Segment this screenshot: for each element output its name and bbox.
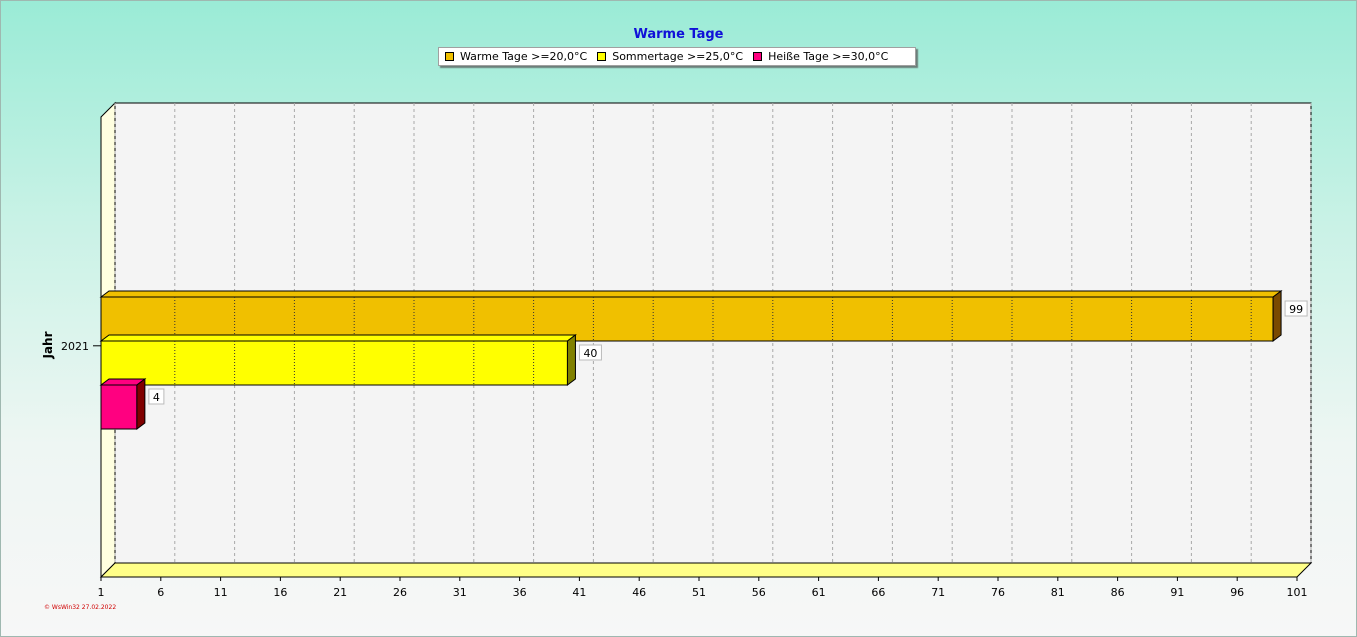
bar: [100, 340, 568, 386]
x-tick-label: 56: [752, 586, 766, 599]
bar: [100, 384, 138, 430]
x-tick-label: 21: [333, 586, 347, 599]
x-tick-label: 71: [931, 586, 945, 599]
footer-credit: © WsWin32 27.02.2022: [44, 604, 117, 611]
data-label: 99: [1289, 303, 1303, 316]
x-tick-label: 91: [1170, 586, 1184, 599]
x-tick-label: 26: [393, 586, 407, 599]
y-category-label: 2021: [61, 340, 89, 353]
x-tick-label: 11: [214, 586, 228, 599]
x-tick-label: 86: [1111, 586, 1125, 599]
x-tick-label: 96: [1230, 586, 1244, 599]
x-tick-label: 61: [812, 586, 826, 599]
x-tick-label: 76: [991, 586, 1005, 599]
chart-plot: 1 6 11 16 21 26 31 36 41 46 51 56 61 66 71 76 81 86 91 96 10…: [61, 101, 1313, 599]
x-tick-label: 31: [453, 586, 467, 599]
data-label: 40: [583, 347, 597, 360]
x-tick-label: 51: [692, 586, 706, 599]
bar-side-face: [1272, 290, 1282, 342]
x-tick-label: 1: [98, 586, 105, 599]
x-tick-label: 16: [273, 586, 287, 599]
x-tick-label: 41: [572, 586, 586, 599]
x-tick-label: 36: [513, 586, 527, 599]
bar: [100, 296, 1274, 342]
x-tick-label: 66: [871, 586, 885, 599]
bar-top-face: [99, 334, 577, 342]
x-tick-label: 81: [1051, 586, 1065, 599]
bar-side-face: [136, 378, 146, 430]
x-tick-label: 101: [1287, 586, 1308, 599]
x-tick-label: 6: [157, 586, 164, 599]
data-label: 4: [153, 391, 160, 404]
plot-floor: [99, 562, 1313, 578]
bar-side-face: [566, 334, 576, 386]
bar-top-face: [99, 290, 1283, 298]
x-tick-label: 46: [632, 586, 646, 599]
